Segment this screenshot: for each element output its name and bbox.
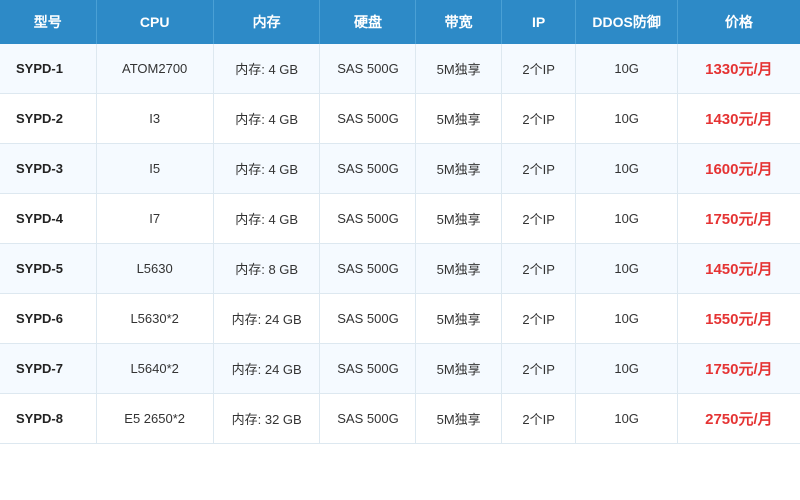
cell-mem: 内存: 4 GB [213, 44, 320, 94]
cell-ddos: 10G [576, 244, 677, 294]
table-row: SYPD-5L5630内存: 8 GBSAS 500G5M独享2个IP10G14… [0, 244, 800, 294]
cell-disk: SAS 500G [320, 244, 416, 294]
table-row: SYPD-2I3内存: 4 GBSAS 500G5M独享2个IP10G1430元… [0, 94, 800, 144]
cell-ddos: 10G [576, 294, 677, 344]
cell-bw: 5M独享 [416, 144, 501, 194]
header-mem: 内存 [213, 0, 320, 44]
cell-bw: 5M独享 [416, 244, 501, 294]
cell-disk: SAS 500G [320, 344, 416, 394]
cell-price: 1750元/月 [677, 194, 800, 244]
cell-cpu: L5630*2 [96, 294, 213, 344]
cell-ddos: 10G [576, 44, 677, 94]
cell-cpu: I7 [96, 194, 213, 244]
cell-price: 1750元/月 [677, 344, 800, 394]
cell-ip: 2个IP [501, 94, 576, 144]
cell-mem: 内存: 4 GB [213, 194, 320, 244]
cell-cpu: I5 [96, 144, 213, 194]
cell-bw: 5M独享 [416, 344, 501, 394]
cell-mem: 内存: 4 GB [213, 94, 320, 144]
cell-mem: 内存: 24 GB [213, 294, 320, 344]
cell-mem: 内存: 32 GB [213, 394, 320, 444]
cell-disk: SAS 500G [320, 44, 416, 94]
cell-ip: 2个IP [501, 194, 576, 244]
cell-mem: 内存: 8 GB [213, 244, 320, 294]
cell-ddos: 10G [576, 94, 677, 144]
cell-disk: SAS 500G [320, 294, 416, 344]
header-ip: IP [501, 0, 576, 44]
cell-bw: 5M独享 [416, 44, 501, 94]
cell-disk: SAS 500G [320, 194, 416, 244]
table-row: SYPD-7L5640*2内存: 24 GBSAS 500G5M独享2个IP10… [0, 344, 800, 394]
table-row: SYPD-1ATOM2700内存: 4 GBSAS 500G5M独享2个IP10… [0, 44, 800, 94]
cell-ddos: 10G [576, 344, 677, 394]
cell-price: 2750元/月 [677, 394, 800, 444]
table-row: SYPD-3I5内存: 4 GBSAS 500G5M独享2个IP10G1600元… [0, 144, 800, 194]
cell-price: 1550元/月 [677, 294, 800, 344]
table-header-row: 型号 CPU 内存 硬盘 带宽 IP DDOS防御 价格 [0, 0, 800, 44]
header-cpu: CPU [96, 0, 213, 44]
cell-ip: 2个IP [501, 144, 576, 194]
cell-model: SYPD-6 [0, 294, 96, 344]
header-bw: 带宽 [416, 0, 501, 44]
cell-disk: SAS 500G [320, 94, 416, 144]
cell-cpu: ATOM2700 [96, 44, 213, 94]
cell-mem: 内存: 24 GB [213, 344, 320, 394]
cell-model: SYPD-7 [0, 344, 96, 394]
header-ddos: DDOS防御 [576, 0, 677, 44]
cell-ip: 2个IP [501, 44, 576, 94]
cell-ddos: 10G [576, 394, 677, 444]
header-model: 型号 [0, 0, 96, 44]
cell-disk: SAS 500G [320, 144, 416, 194]
table-row: SYPD-6L5630*2内存: 24 GBSAS 500G5M独享2个IP10… [0, 294, 800, 344]
cell-model: SYPD-1 [0, 44, 96, 94]
cell-ip: 2个IP [501, 244, 576, 294]
header-disk: 硬盘 [320, 0, 416, 44]
cell-bw: 5M独享 [416, 294, 501, 344]
cell-bw: 5M独享 [416, 194, 501, 244]
cell-model: SYPD-5 [0, 244, 96, 294]
cell-disk: SAS 500G [320, 394, 416, 444]
cell-price: 1430元/月 [677, 94, 800, 144]
cell-model: SYPD-8 [0, 394, 96, 444]
cell-ip: 2个IP [501, 294, 576, 344]
table-row: SYPD-8E5 2650*2内存: 32 GBSAS 500G5M独享2个IP… [0, 394, 800, 444]
cell-ddos: 10G [576, 194, 677, 244]
cell-price: 1450元/月 [677, 244, 800, 294]
cell-bw: 5M独享 [416, 94, 501, 144]
cell-price: 1330元/月 [677, 44, 800, 94]
cell-bw: 5M独享 [416, 394, 501, 444]
cell-mem: 内存: 4 GB [213, 144, 320, 194]
cell-model: SYPD-2 [0, 94, 96, 144]
table-row: SYPD-4I7内存: 4 GBSAS 500G5M独享2个IP10G1750元… [0, 194, 800, 244]
cell-price: 1600元/月 [677, 144, 800, 194]
cell-ddos: 10G [576, 144, 677, 194]
cell-ip: 2个IP [501, 394, 576, 444]
server-pricing-table: 型号 CPU 内存 硬盘 带宽 IP DDOS防御 价格 SYPD-1ATOM2… [0, 0, 800, 444]
cell-cpu: I3 [96, 94, 213, 144]
cell-model: SYPD-4 [0, 194, 96, 244]
cell-cpu: E5 2650*2 [96, 394, 213, 444]
cell-cpu: L5630 [96, 244, 213, 294]
header-price: 价格 [677, 0, 800, 44]
cell-ip: 2个IP [501, 344, 576, 394]
cell-cpu: L5640*2 [96, 344, 213, 394]
cell-model: SYPD-3 [0, 144, 96, 194]
